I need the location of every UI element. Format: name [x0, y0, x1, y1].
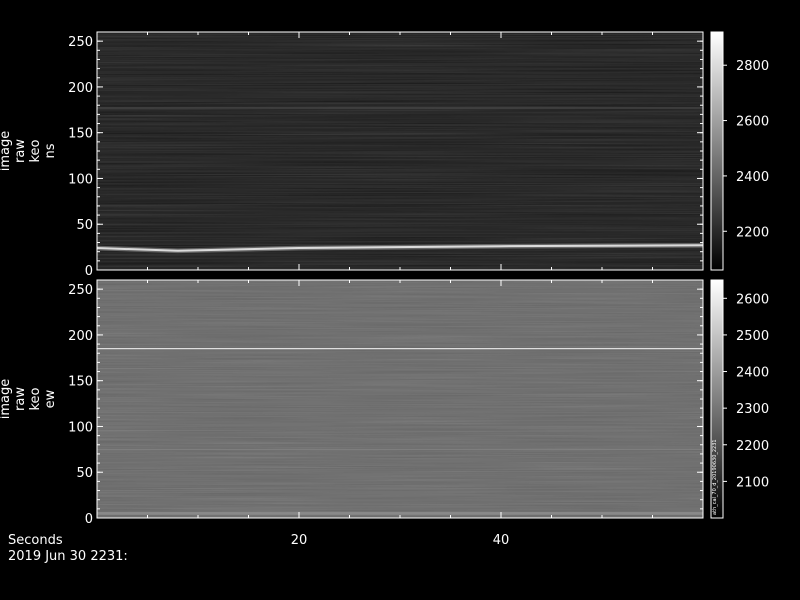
- colorbar: [710, 31, 724, 271]
- y-tick-label: 50: [76, 218, 93, 233]
- y-tick-label: 0: [85, 512, 93, 527]
- colorbar-tick-label: 2600: [736, 292, 769, 307]
- heatmap-texture: [97, 280, 703, 518]
- emission-band: [97, 107, 703, 109]
- colorbar-tick-label: 2400: [736, 170, 769, 185]
- colorbar-tick-label: 2500: [736, 329, 769, 344]
- y-tick-label: 100: [68, 420, 93, 435]
- y-axis-label-word: raw: [13, 387, 28, 411]
- colorbar-tick-label: 2300: [736, 402, 769, 417]
- y-tick-label: 200: [68, 81, 93, 96]
- y-tick-label: 150: [68, 375, 93, 390]
- colorbar-tick-label: 2800: [736, 59, 769, 74]
- y-tick-label: 150: [68, 127, 93, 142]
- y-tick-label: 100: [68, 172, 93, 187]
- emission-band: [97, 95, 703, 97]
- x-tick-label: 20: [291, 533, 308, 548]
- y-tick-label: 250: [68, 35, 93, 50]
- date-label: 2019 Jun 30 2231:: [8, 549, 128, 564]
- colorbar-tick-label: 2200: [736, 225, 769, 240]
- y-tick-label: 200: [68, 329, 93, 344]
- keogram-panel-ns: 0 50 100 150 200 250 image raw keo ns 2200 2400 2600…: [0, 31, 769, 279]
- x-axis: 20 40 Seconds2019 Jun 30 2231:: [8, 533, 509, 564]
- colorbar-tick-label: 2400: [736, 366, 769, 381]
- emission-band: [97, 75, 703, 77]
- x-axis-label: Seconds: [8, 533, 63, 548]
- y-axis-label-word: image: [0, 131, 13, 172]
- y-axis-label-word: raw: [13, 139, 28, 163]
- keogram-panel-ew: 0 50 100 150 200 250 image raw keo ew 2100 2200 2300…: [0, 279, 769, 527]
- heatmap-texture: [97, 32, 703, 270]
- emission-band: [97, 348, 703, 350]
- y-axis-label-word: keo: [28, 387, 43, 410]
- y-axis-label-word: ew: [43, 389, 58, 408]
- emission-band: [97, 512, 703, 515]
- y-axis-label-word: image: [0, 379, 13, 420]
- y-tick-label: 50: [76, 466, 93, 481]
- colorbar-side-text: ath_cal_70_d_20190630_2231: [712, 439, 718, 515]
- y-axis-label-word: keo: [28, 139, 43, 162]
- keogram-figure: 050100150200250image raw keo ns220024002600…: [0, 31, 769, 564]
- emission-band: [97, 86, 703, 88]
- colorbar-tick-label: 2100: [736, 475, 769, 490]
- colorbar-tick-label: 2600: [736, 115, 769, 130]
- colorbar-tick-label: 2200: [736, 439, 769, 454]
- y-tick-label: 250: [68, 283, 93, 298]
- y-tick-label: 0: [85, 264, 93, 279]
- x-tick-label: 40: [493, 533, 510, 548]
- emission-band: [97, 448, 703, 450]
- y-axis-label-word: ns: [43, 143, 58, 158]
